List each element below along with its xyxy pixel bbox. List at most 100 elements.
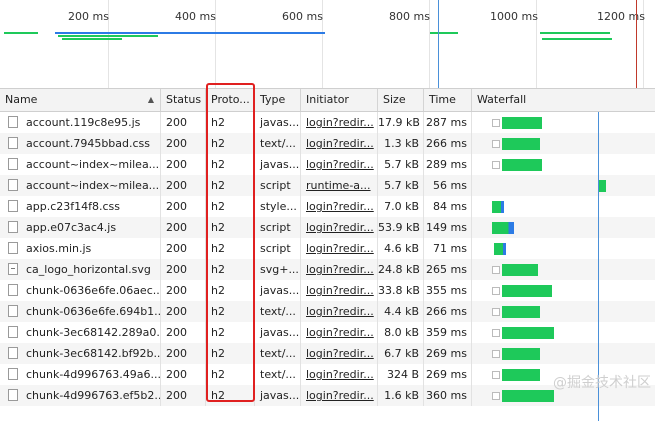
table-row[interactable]: chunk-0636e6fe.06aec... 200 h2 javas... logi… bbox=[0, 280, 655, 301]
initiator-link[interactable]: login?redir... bbox=[306, 347, 374, 360]
cell-initiator[interactable]: login?redir... bbox=[301, 196, 378, 217]
table-row[interactable]: account~index~milea... 200 h2 javas... login… bbox=[0, 154, 655, 175]
table-row[interactable]: account.7945bbad.css 200 h2 text/... login?r… bbox=[0, 133, 655, 154]
table-row[interactable]: chunk-3ec68142.bf92b... 200 h2 text/... logi… bbox=[0, 343, 655, 364]
cell-type: javas... bbox=[255, 154, 301, 175]
cell-initiator[interactable]: login?redir... bbox=[301, 322, 378, 343]
initiator-link[interactable]: login?redir... bbox=[306, 284, 374, 297]
initiator-link[interactable]: login?redir... bbox=[306, 305, 374, 318]
table-row[interactable]: account~index~milea... 200 h2 script runtime… bbox=[0, 175, 655, 196]
waterfall-bar[interactable] bbox=[502, 369, 540, 381]
waterfall-bar[interactable] bbox=[502, 117, 542, 129]
initiator-link[interactable]: login?redir... bbox=[306, 200, 374, 213]
initiator-link[interactable]: login?redir... bbox=[306, 326, 374, 339]
request-name: account.119c8e95.js bbox=[26, 116, 141, 129]
table-row[interactable]: axios.min.js 200 h2 script login?redir... 4.6… bbox=[0, 238, 655, 259]
cell-status: 200 bbox=[161, 175, 206, 196]
column-header-type[interactable]: Type bbox=[255, 89, 301, 111]
file-icon bbox=[8, 389, 18, 401]
initiator-link[interactable]: login?redir... bbox=[306, 137, 374, 150]
network-overview[interactable]: 200 ms 400 ms 600 ms 800 ms 1000 ms 1200… bbox=[0, 0, 655, 88]
cell-name: chunk-3ec68142.289a0... bbox=[0, 322, 161, 343]
initiator-link[interactable]: login?redir... bbox=[306, 389, 374, 402]
initiator-link[interactable]: login?redir... bbox=[306, 221, 374, 234]
cell-initiator[interactable]: login?redir... bbox=[301, 385, 378, 406]
waterfall-bar[interactable] bbox=[502, 390, 554, 402]
cell-initiator[interactable]: login?redir... bbox=[301, 343, 378, 364]
tick-label: 600 ms bbox=[282, 10, 323, 23]
request-name: chunk-3ec68142.bf92b... bbox=[26, 347, 161, 360]
cell-size: 1.3 kB bbox=[378, 133, 424, 154]
cell-name: account.119c8e95.js bbox=[0, 112, 161, 133]
table-row[interactable]: app.c23f14f8.css 200 h2 style... login?redir… bbox=[0, 196, 655, 217]
cell-status: 200 bbox=[161, 301, 206, 322]
cell-status: 200 bbox=[161, 133, 206, 154]
request-name: chunk-0636e6fe.694b1... bbox=[26, 305, 161, 318]
table-row[interactable]: chunk-0636e6fe.694b1... 200 h2 text/... logi… bbox=[0, 301, 655, 322]
initiator-link[interactable]: login?redir... bbox=[306, 158, 374, 171]
initiator-link[interactable]: login?redir... bbox=[306, 368, 374, 381]
cell-initiator[interactable]: login?redir... bbox=[301, 154, 378, 175]
initiator-link[interactable]: login?redir... bbox=[306, 116, 374, 129]
request-name: chunk-3ec68142.289a0... bbox=[26, 326, 161, 339]
request-name: chunk-4d996763.ef5b2... bbox=[26, 389, 161, 402]
cell-type: javas... bbox=[255, 112, 301, 133]
cell-initiator[interactable]: login?redir... bbox=[301, 217, 378, 238]
cell-type: text/... bbox=[255, 364, 301, 385]
cell-initiator[interactable]: login?redir... bbox=[301, 280, 378, 301]
file-icon bbox=[8, 242, 18, 254]
protocol-column-highlight bbox=[206, 83, 255, 402]
request-name: chunk-4d996763.49a6... bbox=[26, 368, 161, 381]
cell-size: 24.8 kB bbox=[378, 259, 424, 280]
waterfall-bar[interactable] bbox=[502, 348, 540, 360]
cell-time: 269 ms bbox=[424, 343, 472, 364]
file-icon bbox=[8, 368, 18, 380]
table-row[interactable]: chunk-3ec68142.289a0... 200 h2 javas... logi… bbox=[0, 322, 655, 343]
cell-initiator[interactable]: login?redir... bbox=[301, 112, 378, 133]
cell-status: 200 bbox=[161, 154, 206, 175]
table-row[interactable]: account.119c8e95.js 200 h2 javas... login?re… bbox=[0, 112, 655, 133]
cell-status: 200 bbox=[161, 238, 206, 259]
waterfall-bar[interactable] bbox=[502, 264, 538, 276]
waterfall-bar[interactable] bbox=[502, 138, 540, 150]
cell-initiator[interactable]: login?redir... bbox=[301, 259, 378, 280]
column-header-waterfall[interactable]: Waterfall bbox=[472, 89, 655, 111]
waterfall-bar[interactable] bbox=[492, 222, 514, 234]
column-header-time[interactable]: Time bbox=[424, 89, 472, 111]
waterfall-bar[interactable] bbox=[502, 159, 542, 171]
waterfall-bar[interactable] bbox=[502, 327, 554, 339]
cell-name: account~index~milea... bbox=[0, 154, 161, 175]
cell-time: 265 ms bbox=[424, 259, 472, 280]
cell-initiator[interactable]: login?redir... bbox=[301, 238, 378, 259]
file-icon bbox=[8, 179, 18, 191]
initiator-link[interactable]: runtime-a... bbox=[306, 179, 371, 192]
cell-initiator[interactable]: login?redir... bbox=[301, 301, 378, 322]
waterfall-queue-segment bbox=[492, 266, 500, 274]
waterfall-bar[interactable] bbox=[502, 306, 540, 318]
column-header-size[interactable]: Size bbox=[378, 89, 424, 111]
cell-time: 359 ms bbox=[424, 322, 472, 343]
cell-name: account~index~milea... bbox=[0, 175, 161, 196]
cell-initiator[interactable]: login?redir... bbox=[301, 364, 378, 385]
table-row[interactable]: app.e07c3ac4.js 200 h2 script login?redir...… bbox=[0, 217, 655, 238]
waterfall-bar[interactable] bbox=[502, 285, 552, 297]
waterfall-bar[interactable] bbox=[492, 201, 504, 213]
overview-bar bbox=[58, 35, 158, 37]
initiator-link[interactable]: login?redir... bbox=[306, 242, 374, 255]
column-header-name[interactable]: Name ▲ bbox=[0, 89, 161, 111]
table-row[interactable]: ca_logo_horizontal.svg 200 h2 svg+... login?… bbox=[0, 259, 655, 280]
cell-initiator[interactable]: runtime-a... bbox=[301, 175, 378, 196]
waterfall-bar[interactable] bbox=[494, 243, 506, 255]
cell-name: chunk-4d996763.ef5b2... bbox=[0, 385, 161, 406]
initiator-link[interactable]: login?redir... bbox=[306, 263, 374, 276]
overview-bar bbox=[62, 38, 122, 40]
cell-initiator[interactable]: login?redir... bbox=[301, 133, 378, 154]
waterfall-bar[interactable] bbox=[598, 180, 606, 192]
column-header-status[interactable]: Status bbox=[161, 89, 206, 111]
column-header-initiator[interactable]: Initiator bbox=[301, 89, 378, 111]
cell-type: text/... bbox=[255, 133, 301, 154]
cell-status: 200 bbox=[161, 364, 206, 385]
tick-label: 800 ms bbox=[389, 10, 430, 23]
cell-type: javas... bbox=[255, 280, 301, 301]
cell-status: 200 bbox=[161, 385, 206, 406]
